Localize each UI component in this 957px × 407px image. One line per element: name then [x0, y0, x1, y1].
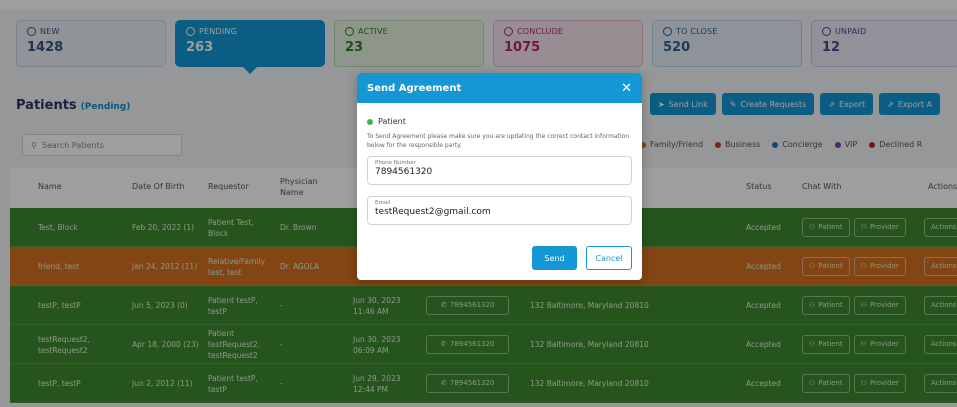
email-field[interactable]: Email testRequest2@gmail.com [367, 196, 632, 225]
phone-number-field[interactable]: Phone Number 7894561320 [367, 156, 632, 185]
email-label: Email [375, 200, 391, 206]
modal-body: Patient To Send Agreement please make su… [357, 103, 642, 225]
modal-header: Send Agreement ✕ [357, 73, 642, 103]
modal-hint: To Send Agreement please make sure you a… [367, 133, 630, 149]
close-icon[interactable]: ✕ [621, 81, 632, 96]
phone-number-label: Phone Number [375, 160, 416, 166]
send-agreement-modal: Send Agreement ✕ Patient To Send Agreeme… [357, 73, 642, 280]
modal-title: Send Agreement [367, 82, 462, 94]
send-button[interactable]: Send [532, 246, 577, 270]
phone-number-value: 7894561320 [375, 167, 433, 177]
cancel-button[interactable]: Cancel [586, 246, 632, 270]
status-dot [367, 118, 373, 125]
role-indicator: Patient [367, 117, 632, 126]
role-label: Patient [378, 117, 406, 126]
email-value: testRequest2@gmail.com [375, 207, 491, 217]
modal-footer: Send Cancel [532, 246, 632, 270]
